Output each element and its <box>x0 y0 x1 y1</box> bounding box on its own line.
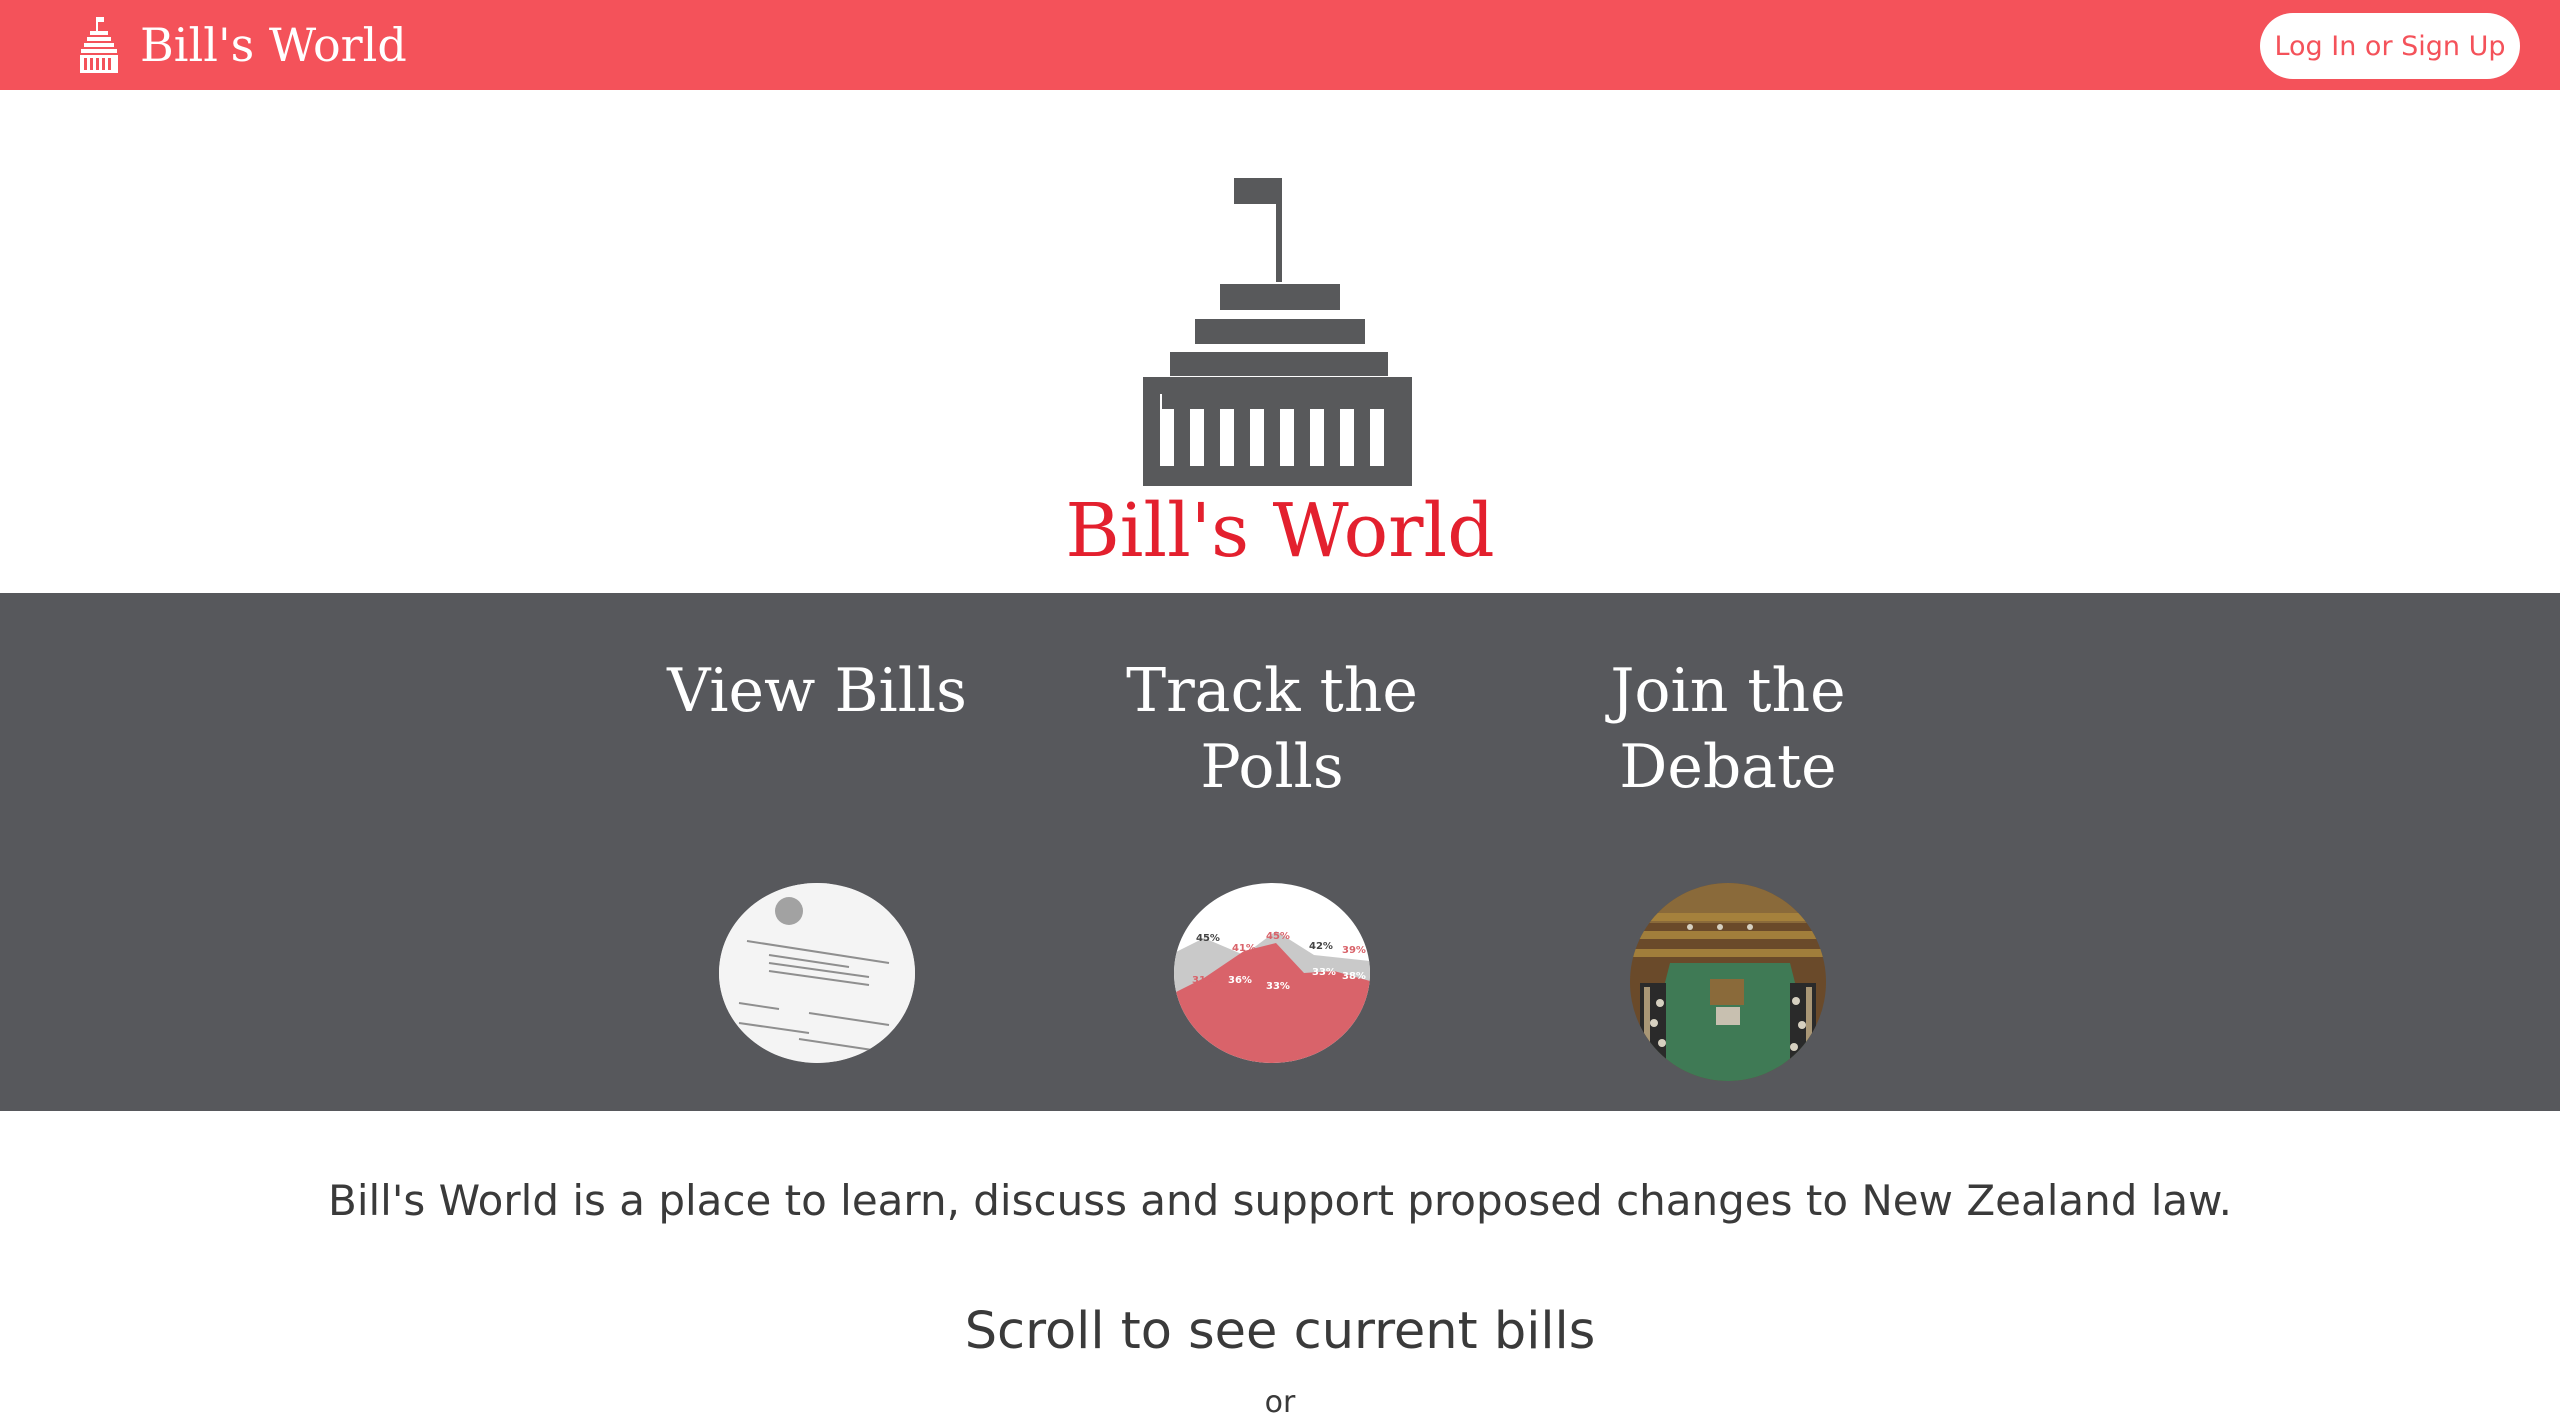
login-signup-button[interactable]: Log In or Sign Up <box>2260 13 2520 79</box>
poll-label: 41% <box>1232 943 1256 954</box>
feature-title: Track the Polls <box>1126 656 1418 802</box>
brand-link[interactable]: Bill's World <box>78 14 407 76</box>
scroll-prompt: Scroll to see current bills <box>964 1302 1596 1361</box>
poll-label: 45% <box>1266 931 1290 942</box>
feature-join-debate[interactable]: Join the Debate <box>1528 593 1928 1111</box>
hero-title: Bill's World <box>1065 488 1495 574</box>
feature-view-bills[interactable]: View Bills <box>617 593 1017 1111</box>
or-separator: or <box>1264 1385 1296 1420</box>
capitol-dome-icon <box>80 17 118 73</box>
hero-section: Bill's World <box>0 90 2560 593</box>
poll-label: 31% <box>1192 975 1216 986</box>
poll-label: 45% <box>1196 933 1220 944</box>
poll-label: 36% <box>1228 975 1252 986</box>
brand-title: Bill's World <box>140 18 407 72</box>
feature-track-polls[interactable]: Track the Polls 45% 41% 45% 42% 39% 31% … <box>1072 593 1472 1111</box>
capitol-dome-icon <box>1143 178 1412 486</box>
document-photo[interactable] <box>719 883 915 1063</box>
feature-title: View Bills <box>667 656 967 726</box>
poll-label: 33% <box>1266 981 1290 992</box>
feature-title: Join the Debate <box>1610 656 1846 802</box>
poll-label: 38% <box>1342 971 1366 982</box>
poll-label: 42% <box>1309 941 1333 952</box>
features-section: View Bills Track the Polls 45% 41% 45% 4… <box>0 593 2560 1111</box>
poll-chart-thumbnail[interactable]: 45% 41% 45% 42% 39% 31% 36% 33% 33% 38% <box>1174 883 1370 1063</box>
tagline-text: Bill's World is a place to learn, discus… <box>328 1176 2232 1225</box>
poll-label: 33% <box>1312 967 1336 978</box>
poll-label: 39% <box>1342 945 1366 956</box>
top-navbar: Bill's World Log In or Sign Up <box>0 0 2560 90</box>
parliament-chamber-photo[interactable] <box>1630 883 1826 1081</box>
